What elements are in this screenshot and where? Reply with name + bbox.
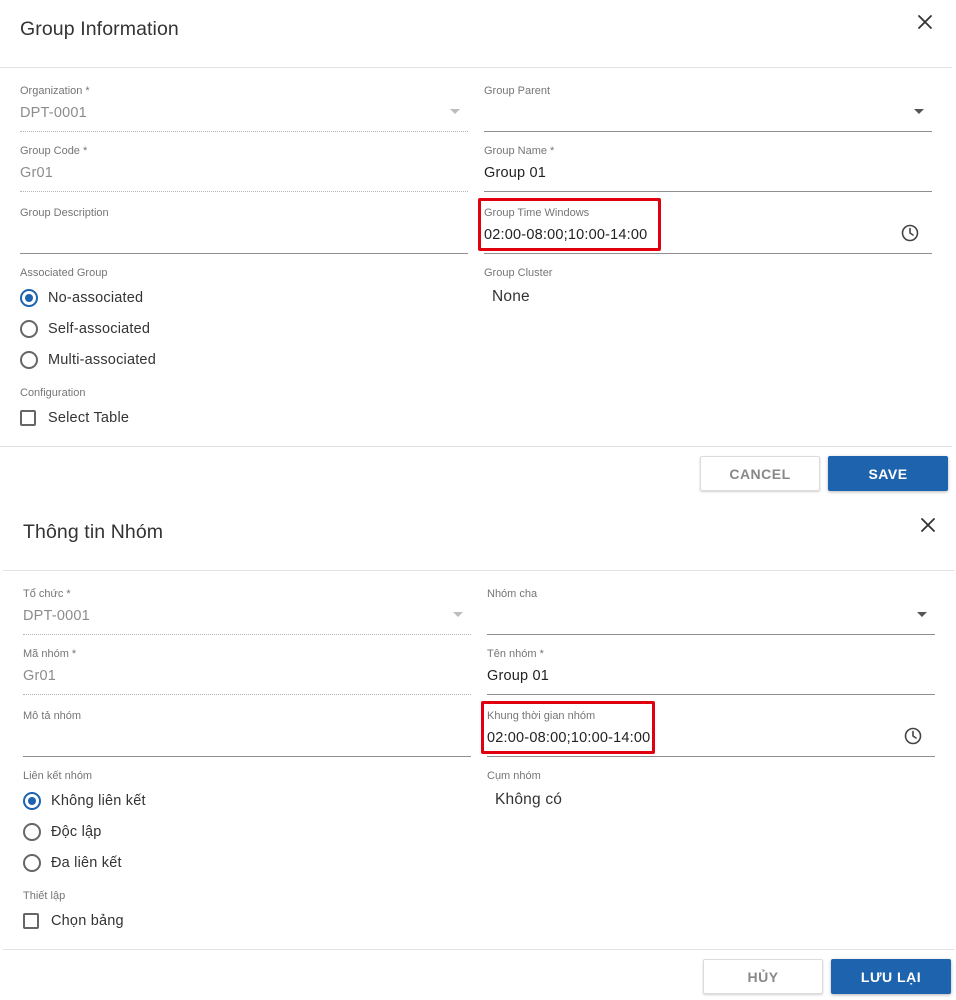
footer-divider (0, 446, 952, 447)
save-button[interactable]: SAVE (828, 456, 948, 491)
associated-group-label: Associated Group (20, 267, 108, 279)
field-underline (487, 694, 935, 695)
organization-value: DPT-0001 (20, 105, 87, 121)
radio-label: Không liên kết (51, 793, 146, 809)
close-icon[interactable] (918, 515, 938, 535)
radio-unselected-icon (23, 823, 41, 841)
field-underline (20, 191, 468, 192)
checkbox-icon (23, 913, 39, 929)
group-description-label: Mô tả nhóm (23, 710, 82, 722)
clock-icon[interactable] (903, 726, 923, 746)
radio-label: Multi-associated (48, 352, 156, 368)
associated-group-label: Liên kết nhóm (23, 770, 93, 782)
group-cluster-value: Không có (495, 791, 563, 808)
radio-multi-associated[interactable]: Multi-associated (20, 350, 156, 370)
field-underline (484, 191, 932, 192)
header-divider (3, 570, 955, 571)
group-code-label: Mã nhóm * (23, 648, 77, 660)
group-parent-label: Nhóm cha (487, 588, 538, 600)
radio-label: Self-associated (48, 321, 151, 337)
close-icon[interactable] (915, 12, 935, 32)
radio-label: Đa liên kết (51, 855, 122, 871)
configuration-label: Thiết lập (23, 890, 66, 902)
checkbox-icon (20, 410, 36, 426)
checkbox-label: Select Table (48, 410, 130, 426)
radio-doc-lap[interactable]: Độc lập (23, 822, 102, 842)
field-underline (484, 131, 932, 132)
group-code-label: Group Code * (20, 145, 88, 157)
field-underline (20, 253, 468, 254)
group-name-value: Group 01 (487, 668, 550, 684)
group-cluster-label: Group Cluster (484, 267, 553, 279)
radio-unselected-icon (20, 320, 38, 338)
dialog-title: Group Information (20, 18, 179, 40)
radio-selected-icon (23, 792, 41, 810)
field-underline (487, 634, 935, 635)
configuration-label: Configuration (20, 387, 86, 399)
save-button[interactable]: LƯU LẠI (831, 959, 951, 994)
radio-da-lien-ket[interactable]: Đa liên kết (23, 853, 122, 873)
group-cluster-label: Cụm nhóm (487, 770, 541, 782)
organization-label: Tổ chức * (23, 588, 71, 600)
field-underline (23, 634, 471, 635)
group-parent-label: Group Parent (484, 85, 551, 97)
footer-divider (3, 949, 955, 950)
field-underline (484, 253, 932, 254)
organization-label: Organization * (20, 85, 90, 97)
radio-self-associated[interactable]: Self-associated (20, 319, 150, 339)
select-table-checkbox[interactable]: Select Table (20, 408, 129, 428)
radio-no-associated[interactable]: No-associated (20, 288, 143, 308)
cancel-button[interactable]: HỦY (703, 959, 823, 994)
group-name-label: Group Name * (484, 145, 555, 157)
group-code-value: Gr01 (23, 668, 57, 684)
field-underline (23, 694, 471, 695)
chevron-down-icon[interactable] (914, 109, 924, 114)
thong-tin-nhom-dialog: Thông tin Nhóm Tổ chức * DPT-0001 Nhóm c… (3, 503, 956, 1000)
cancel-button[interactable]: CANCEL (700, 456, 820, 491)
group-description-label: Group Description (20, 207, 109, 219)
group-cluster-value: None (492, 288, 530, 305)
group-information-dialog: Group Information Organization * DPT-000… (0, 0, 956, 500)
dialog-title: Thông tin Nhóm (23, 521, 164, 543)
chevron-down-icon (450, 109, 460, 114)
highlight-box (481, 701, 655, 754)
chevron-down-icon (453, 612, 463, 617)
radio-unselected-icon (23, 854, 41, 872)
radio-khong-lien-ket[interactable]: Không liên kết (23, 791, 146, 811)
header-divider (0, 67, 952, 68)
group-code-value: Gr01 (20, 165, 54, 181)
organization-value: DPT-0001 (23, 608, 90, 624)
radio-label: Độc lập (51, 824, 102, 840)
clock-icon[interactable] (900, 223, 920, 243)
field-underline (23, 756, 471, 757)
radio-unselected-icon (20, 351, 38, 369)
field-underline (487, 756, 935, 757)
group-name-label: Tên nhóm * (487, 648, 544, 660)
group-name-value: Group 01 (484, 165, 547, 181)
radio-selected-icon (20, 289, 38, 307)
highlight-box (478, 198, 661, 251)
select-table-checkbox[interactable]: Chọn bảng (23, 911, 124, 931)
radio-label: No-associated (48, 290, 144, 306)
field-underline (20, 131, 468, 132)
checkbox-label: Chọn bảng (51, 913, 124, 929)
chevron-down-icon[interactable] (917, 612, 927, 617)
